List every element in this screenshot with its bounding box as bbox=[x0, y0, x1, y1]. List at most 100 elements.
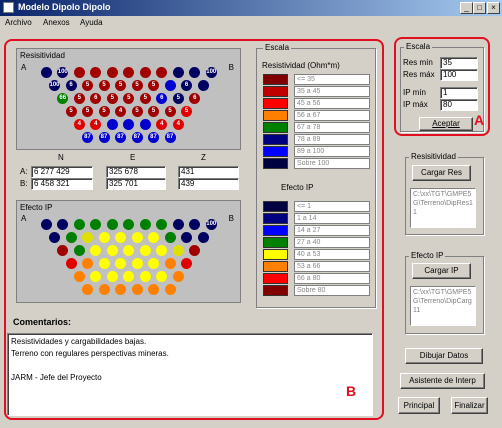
pseudosection-dot: 6 bbox=[189, 93, 201, 104]
ip-max-label: IP máx bbox=[403, 100, 428, 109]
pseudosection-dot: 5 bbox=[164, 106, 176, 117]
coord-b-e-field[interactable]: 325 701 bbox=[106, 178, 166, 190]
pseudosection-dot: 4 bbox=[73, 119, 85, 130]
pseudosection-dot: 5 bbox=[172, 93, 184, 104]
finalizar-button[interactable]: Finalizar bbox=[451, 397, 488, 414]
coord-b-n-field[interactable]: 6 458 321 bbox=[31, 178, 93, 190]
pseudosection-dot bbox=[65, 232, 77, 243]
menu-anexos[interactable]: Anexos bbox=[43, 18, 70, 27]
pseudosection-dot bbox=[164, 232, 176, 243]
pseudosection-dot bbox=[106, 67, 118, 78]
maximize-button[interactable]: □ bbox=[473, 2, 486, 14]
pseudosection-dot bbox=[156, 67, 168, 78]
principal-button[interactable]: Principal bbox=[398, 397, 440, 414]
annotation-a: A bbox=[474, 112, 485, 128]
scale-swatch bbox=[263, 249, 288, 260]
scale-swatch bbox=[263, 134, 288, 145]
pseudosection-dot: 5 bbox=[106, 93, 118, 104]
pseudosection-dot: 6 bbox=[90, 93, 102, 104]
resistividad-group-title: Resisitividad bbox=[409, 152, 458, 161]
pseudosection-dot bbox=[139, 67, 151, 78]
menu-bar: Archivo Anexos Ayuda bbox=[0, 16, 502, 31]
pseudosection-dot bbox=[139, 245, 151, 256]
res-min-label: Res mín bbox=[403, 58, 433, 67]
pseudosection-dot: 5 bbox=[65, 106, 77, 117]
minimize-button[interactable]: _ bbox=[460, 2, 473, 14]
pseudosection-dot bbox=[197, 232, 209, 243]
pseudosection-dot bbox=[139, 271, 151, 282]
scale-label: 27 a 40 bbox=[294, 237, 370, 248]
scale-swatch bbox=[263, 122, 288, 133]
res-scale-title: Resistividad (Ohm*m) bbox=[262, 61, 340, 70]
pseudosection-dot: 5 bbox=[123, 93, 135, 104]
pseudosection-dot: 100 bbox=[49, 80, 60, 91]
comentarios-textarea[interactable]: Resistividades y cargabilidades bajas. T… bbox=[7, 333, 373, 416]
pseudosection-dot bbox=[49, 232, 60, 243]
pseudosection-dot bbox=[189, 245, 201, 256]
pseudosection-dot bbox=[156, 245, 168, 256]
ip-max-field[interactable]: 80 bbox=[440, 99, 478, 111]
pseudosection-dot bbox=[106, 271, 118, 282]
pseudosection-dot bbox=[90, 271, 102, 282]
scale-swatch bbox=[263, 273, 288, 284]
pseudosection-dot bbox=[73, 67, 85, 78]
coord-row-b-label: B: bbox=[20, 179, 28, 188]
aceptar-button[interactable]: Aceptar bbox=[419, 117, 473, 131]
pseudosection-dot: 6 bbox=[181, 80, 192, 91]
ip-min-field[interactable]: 1 bbox=[440, 87, 478, 99]
pseudosection-dot bbox=[82, 232, 93, 243]
dibujar-datos-button[interactable]: Dibujar Datos bbox=[405, 348, 483, 364]
efecto-ip-group-title: Efecto IP bbox=[409, 251, 446, 260]
right-escala-title: Escala bbox=[404, 42, 433, 51]
pseudosection-dot: 5 bbox=[148, 80, 159, 91]
pseudosection-dot: 100 bbox=[205, 67, 217, 78]
coord-b-z-field[interactable]: 439 bbox=[178, 178, 239, 190]
scale-label: 35 a 45 bbox=[294, 86, 370, 97]
cargar-ip-button[interactable]: Cargar IP bbox=[412, 263, 471, 279]
coord-a-n-field[interactable]: 6 277 429 bbox=[31, 166, 93, 178]
pseudosection-dot bbox=[197, 80, 209, 91]
pseudosection-dot bbox=[172, 67, 184, 78]
scale-label: 78 a 89 bbox=[294, 134, 370, 145]
title-bar: Modelo Dipolo Dipolo _ □ × bbox=[0, 0, 502, 16]
pseudosection-dot bbox=[123, 119, 135, 130]
scale-swatch bbox=[263, 146, 288, 157]
res-max-field[interactable]: 100 bbox=[440, 69, 478, 81]
pseudosection-dot bbox=[123, 67, 135, 78]
scale-label: <= 35 bbox=[294, 74, 370, 85]
pseudosection-dot: 6 bbox=[156, 93, 168, 104]
pseudosection-dot bbox=[40, 67, 52, 78]
pseudosection-dot bbox=[115, 258, 126, 269]
coord-row-a-label: A: bbox=[20, 167, 28, 176]
res-min-field[interactable]: 35 bbox=[440, 57, 478, 69]
cargar-res-button[interactable]: Cargar Res bbox=[412, 165, 471, 181]
ip-plot-title: Efecto IP bbox=[20, 203, 53, 212]
coord-header-n: N bbox=[58, 153, 64, 162]
ip-path-field[interactable]: C:\xx\TGT\GMPE5G\Terreno\DipCarg11 bbox=[410, 286, 476, 326]
pseudosection-dot: 5 bbox=[98, 106, 110, 117]
pseudosection-dot: 87 bbox=[115, 132, 126, 143]
scale-label: 45 a 56 bbox=[294, 98, 370, 109]
close-button[interactable]: × bbox=[487, 2, 500, 14]
res-path-field[interactable]: C:\xx\TGT\GMPE5G\Terreno\DipRes11 bbox=[410, 188, 476, 228]
pseudosection-dot: 5 bbox=[181, 106, 192, 117]
pseudosection-dot bbox=[139, 119, 151, 130]
scale-label: 89 a 100 bbox=[294, 146, 370, 157]
coord-header-z: Z bbox=[201, 153, 206, 162]
pseudosection-dot bbox=[98, 258, 110, 269]
resistividad-plot: Resisitividad A B 100 100 100 6 5 5 5 5 5 6 66 5 6 5 5… bbox=[16, 48, 241, 150]
menu-archivo[interactable]: Archivo bbox=[5, 18, 32, 27]
pseudosection-dot: 4 bbox=[90, 119, 102, 130]
pseudosection-dot bbox=[106, 219, 118, 230]
asistente-interp-button[interactable]: Asistente de Interp bbox=[400, 373, 485, 389]
scale-swatch bbox=[263, 98, 288, 109]
pseudosection-dot bbox=[156, 219, 168, 230]
pseudosection-dot bbox=[139, 219, 151, 230]
menu-ayuda[interactable]: Ayuda bbox=[80, 18, 103, 27]
pseudosection-dot bbox=[90, 67, 102, 78]
scale-swatch bbox=[263, 285, 288, 296]
pseudosection-dot bbox=[106, 119, 118, 130]
annotation-b: B bbox=[346, 383, 357, 399]
coord-a-e-field[interactable]: 325 678 bbox=[106, 166, 166, 178]
coord-a-z-field[interactable]: 431 bbox=[178, 166, 239, 178]
